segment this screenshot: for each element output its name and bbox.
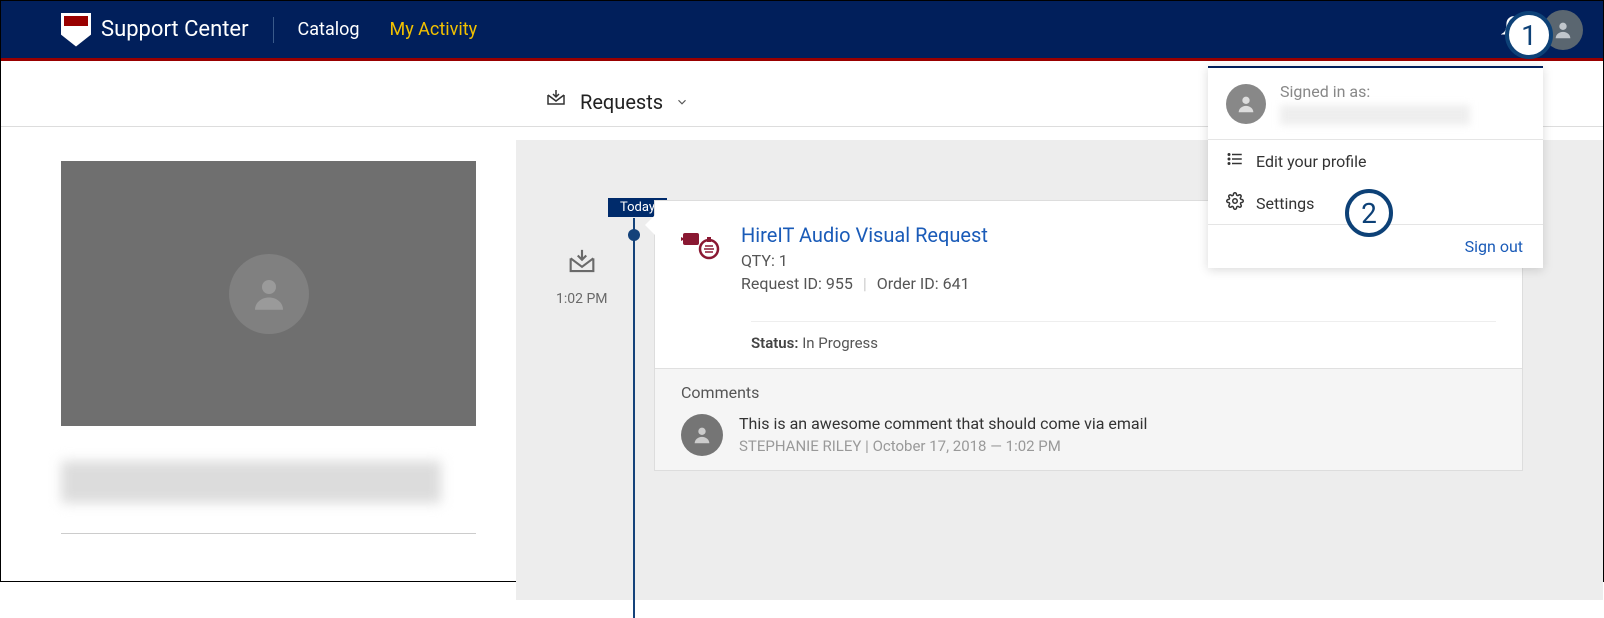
status-value: In Progress <box>802 334 878 352</box>
signed-in-user-name <box>1280 105 1470 125</box>
brand[interactable]: Support Center <box>61 13 249 47</box>
profile-sidebar <box>1 61 516 578</box>
comment-avatar-icon <box>681 414 723 456</box>
user-dropdown-menu: Signed in as: Edit your profile Settings… <box>1208 66 1543 268</box>
list-icon <box>1226 150 1244 172</box>
gear-icon <box>1226 192 1244 214</box>
edit-profile-menu-item[interactable]: Edit your profile <box>1208 140 1543 182</box>
comment-meta: STEPHANIE RILEY | October 17, 2018 — 1:0… <box>739 437 1147 455</box>
timeline-line <box>633 218 635 618</box>
signed-in-label: Signed in as: <box>1280 82 1470 101</box>
request-id: Request ID: 955 <box>741 274 853 293</box>
nav-divider <box>273 17 274 43</box>
nav-links: Catalog My Activity <box>298 19 478 40</box>
sign-out-link[interactable]: Sign out <box>1465 237 1523 256</box>
brand-title: Support Center <box>101 17 249 42</box>
inbox-icon <box>544 87 568 116</box>
comment-date: October 17, 2018 — 1:02 PM <box>873 437 1061 455</box>
order-id: Order ID: 641 <box>877 274 970 293</box>
chevron-down-icon <box>675 90 689 114</box>
edit-profile-label: Edit your profile <box>1256 152 1366 171</box>
nav-catalog[interactable]: Catalog <box>298 19 360 40</box>
av-request-icon <box>681 227 721 293</box>
comment-text: This is an awesome comment that should c… <box>739 414 1147 433</box>
profile-name <box>61 461 441 503</box>
shield-logo-icon <box>61 13 91 47</box>
request-qty: QTY: 1 <box>741 251 988 270</box>
sidebar-divider <box>61 533 476 534</box>
profile-image-placeholder <box>61 161 476 426</box>
timeline-entry-icon: 1:02 PM <box>556 247 608 307</box>
request-ids: Request ID: 955 | Order ID: 641 <box>741 274 988 293</box>
person-icon <box>229 254 309 334</box>
callout-marker-2: 2 <box>1345 189 1393 237</box>
requests-label: Requests <box>580 90 663 114</box>
app-header: Support Center Catalog My Activity <box>1 1 1603 61</box>
comments-heading: Comments <box>681 383 1496 402</box>
status-row: Status: In Progress <box>751 321 1496 368</box>
comment-author: STEPHANIE RILEY <box>739 437 861 455</box>
timeline-time: 1:02 PM <box>556 291 608 307</box>
comment-row: This is an awesome comment that should c… <box>681 414 1496 456</box>
dropdown-header: Signed in as: <box>1208 68 1543 140</box>
status-label: Status: <box>751 334 798 352</box>
settings-label: Settings <box>1256 194 1314 213</box>
callout-marker-1: 1 <box>1505 11 1553 59</box>
inbox-download-icon <box>565 266 599 285</box>
comments-section: Comments This is an awesome comment that… <box>655 368 1522 470</box>
nav-my-activity[interactable]: My Activity <box>389 19 477 40</box>
timeline-dot <box>628 229 640 241</box>
request-title-link[interactable]: HireIT Audio Visual Request <box>741 223 988 247</box>
dropdown-avatar-icon <box>1226 84 1266 124</box>
